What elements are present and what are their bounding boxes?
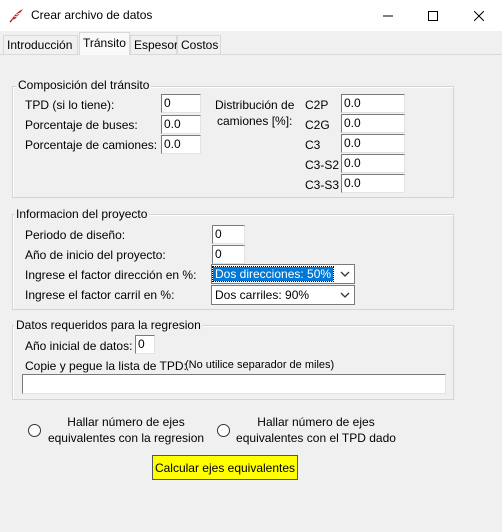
distribucion-label-2: camiones [%]: bbox=[217, 114, 293, 128]
vehicle-input-c3[interactable]: 0.0 bbox=[341, 134, 405, 153]
vehicle-label-c3-s2: C3-S2 bbox=[305, 158, 340, 172]
periodo-input[interactable]: 0 bbox=[212, 225, 245, 244]
close-button[interactable] bbox=[456, 0, 502, 31]
buses-input[interactable]: 0.0 bbox=[161, 115, 201, 134]
tpd-list-input[interactable] bbox=[22, 374, 446, 394]
tpd-label: TPD (si lo tiene): bbox=[25, 98, 115, 112]
proyecto-title: Informacion del proyecto bbox=[14, 207, 150, 221]
window-title: Crear archivo de datos bbox=[31, 8, 153, 22]
tk-feather-icon bbox=[9, 7, 25, 23]
camiones-label: Porcentaje de camiones: bbox=[25, 138, 158, 152]
vehicle-input-c2g[interactable]: 0.0 bbox=[341, 114, 405, 133]
direccion-select[interactable]: Dos direcciones: 50% bbox=[211, 264, 355, 284]
radio-tpd-dado-line2: equivalentes con el TPD dado bbox=[236, 431, 396, 445]
minimize-button[interactable] bbox=[365, 0, 411, 31]
anio-inicio-label: Año de inicio del proyecto: bbox=[25, 248, 166, 262]
tab-introduccion[interactable]: Introducción bbox=[3, 35, 78, 54]
radio-tpd-dado[interactable] bbox=[217, 424, 230, 437]
chevron-down-icon bbox=[340, 292, 350, 298]
vehicle-label-c2g: C2G bbox=[305, 118, 330, 132]
minimize-icon bbox=[383, 15, 393, 16]
periodo-label: Periodo de diseño: bbox=[25, 228, 126, 242]
tpd-input[interactable]: 0 bbox=[161, 94, 201, 113]
radio-tpd-dado-line1: Hallar número de ejes bbox=[257, 415, 375, 429]
title-bar: Crear archivo de datos bbox=[0, 0, 502, 31]
composicion-title: Composición del tránsito bbox=[16, 78, 152, 92]
tab-costos[interactable]: Costos bbox=[177, 35, 221, 54]
carril-select[interactable]: Dos carriles: 90% bbox=[211, 285, 355, 305]
direccion-select-value: Dos direcciones: 50% bbox=[211, 266, 335, 282]
carril-select-value: Dos carriles: 90% bbox=[215, 288, 310, 302]
chevron-down-icon bbox=[340, 271, 350, 277]
vehicle-input-c2p[interactable]: 0.0 bbox=[341, 94, 405, 113]
calcular-button[interactable]: Calcular ejes equivalentes bbox=[152, 455, 298, 480]
radio-regresion-line2: equivalentes con la regresion bbox=[47, 431, 205, 445]
camiones-input[interactable]: 0.0 bbox=[161, 135, 201, 154]
distribucion-label-1: Distribución de bbox=[215, 98, 295, 112]
vehicle-label-c3: C3 bbox=[305, 138, 321, 152]
vehicle-label-c2p: C2P bbox=[305, 98, 329, 112]
vehicle-input-c3-s3[interactable]: 0.0 bbox=[341, 174, 405, 193]
radio-regresion-line1: Hallar número de ejes bbox=[67, 415, 185, 429]
maximize-icon bbox=[428, 10, 438, 21]
close-icon bbox=[474, 10, 484, 21]
copie-note: (No utilice separador de miles) bbox=[185, 359, 335, 371]
regresion-title: Datos requeridos para la regresion bbox=[14, 318, 203, 332]
radio-tpd-dado-label[interactable]: Hallar número de ejes equivalentes con e… bbox=[230, 414, 402, 446]
tab-transito[interactable]: Tránsito bbox=[79, 32, 130, 55]
direccion-label: Ingrese el factor dirección en %: bbox=[25, 268, 197, 282]
tab-espesor[interactable]: Espesor bbox=[130, 35, 178, 54]
anio-inicial-input[interactable]: 0 bbox=[135, 335, 155, 354]
anio-inicial-label: Año inicial de datos: bbox=[25, 339, 133, 353]
vehicle-label-c3-s3: C3-S3 bbox=[305, 178, 340, 192]
anio-inicio-input[interactable]: 0 bbox=[212, 245, 245, 264]
vehicle-input-c3-s2[interactable]: 0.0 bbox=[341, 154, 405, 173]
buses-label: Porcentaje de buses: bbox=[25, 118, 138, 132]
radio-regresion-label[interactable]: Hallar número de ejes equivalentes con l… bbox=[40, 414, 212, 446]
carril-label: Ingrese el factor carril en %: bbox=[25, 288, 175, 302]
copie-label: Copie y pegue la lista de TPD: bbox=[25, 359, 187, 373]
maximize-button[interactable] bbox=[410, 0, 456, 31]
